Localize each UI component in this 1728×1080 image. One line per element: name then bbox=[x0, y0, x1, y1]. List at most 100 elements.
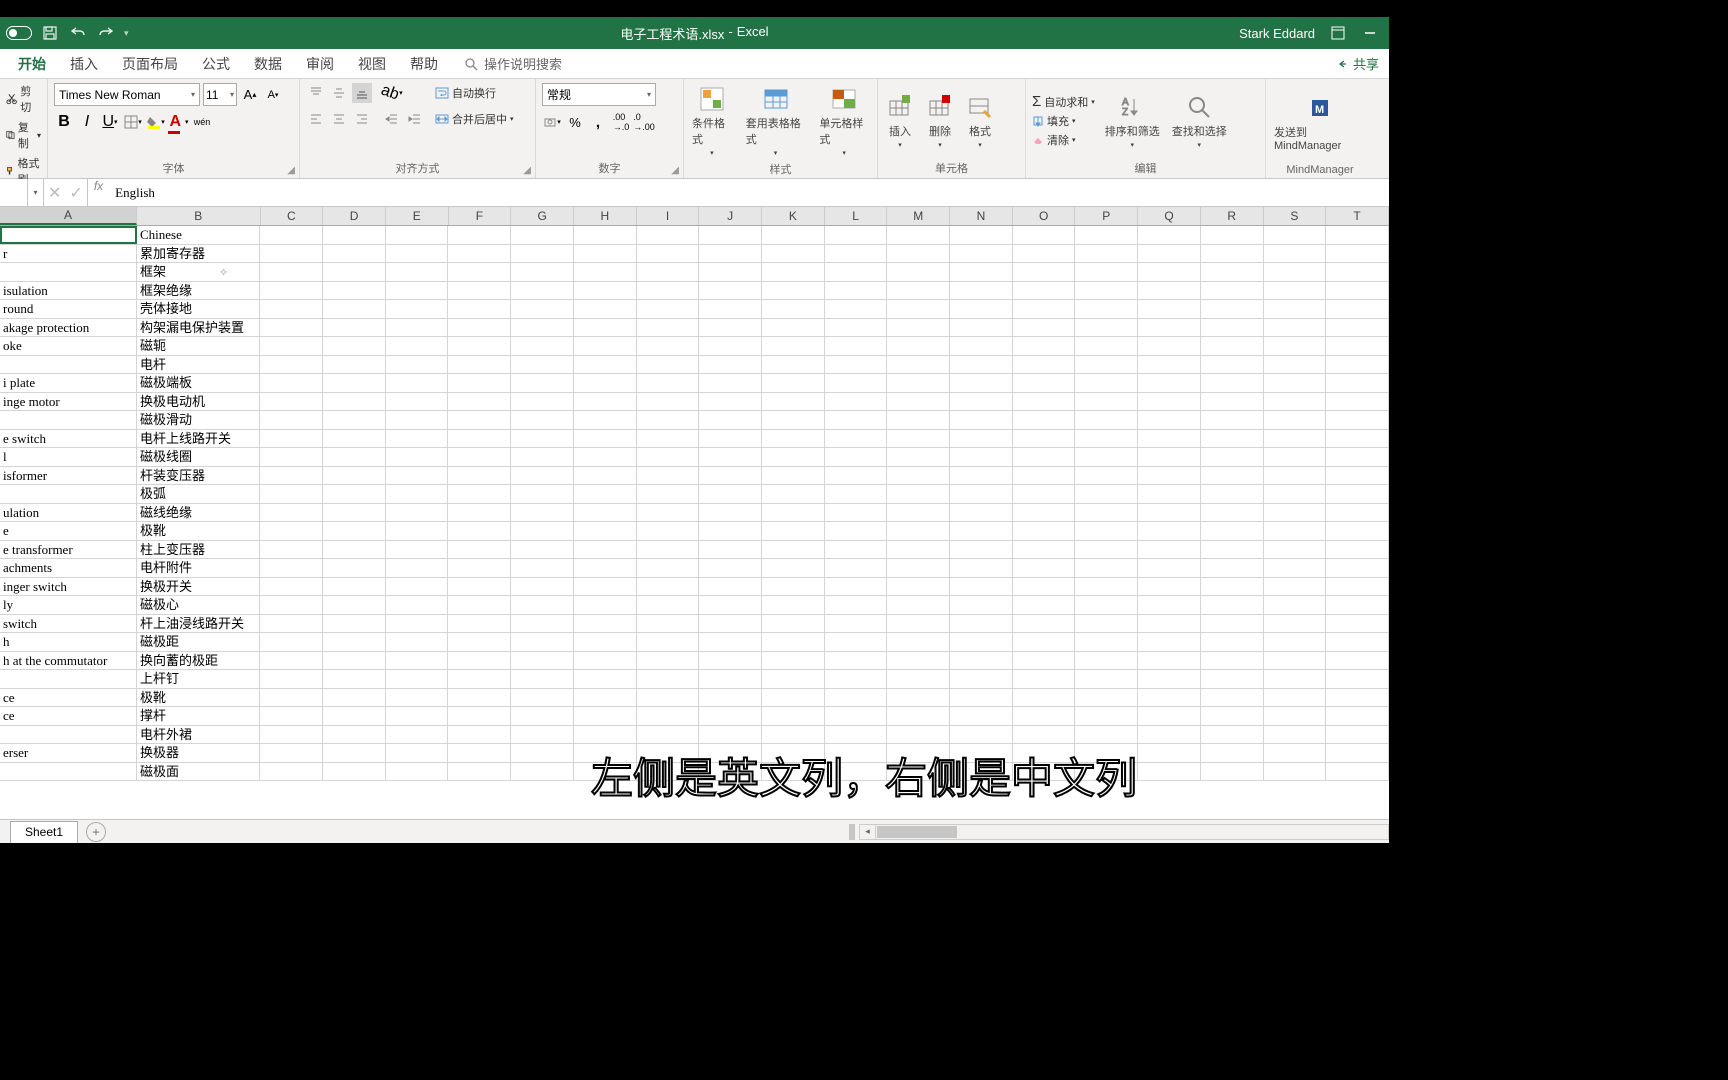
increase-decimal-button[interactable]: .00→.0 bbox=[611, 112, 631, 132]
cell[interactable] bbox=[323, 744, 386, 762]
cell[interactable]: inger switch bbox=[0, 578, 137, 596]
cell[interactable] bbox=[448, 615, 511, 633]
col-header-E[interactable]: E bbox=[386, 207, 449, 225]
cell[interactable] bbox=[887, 300, 950, 318]
cell[interactable] bbox=[762, 541, 825, 559]
cell[interactable]: round bbox=[0, 300, 137, 318]
merge-button[interactable]: 合并后居中▾ bbox=[435, 111, 514, 127]
cell[interactable] bbox=[1326, 356, 1389, 374]
cell[interactable] bbox=[950, 319, 1013, 337]
table-format-button[interactable]: 套用表格格式▾ bbox=[744, 83, 808, 159]
cell[interactable] bbox=[1201, 541, 1264, 559]
cell[interactable]: 累加寄存器 bbox=[137, 245, 260, 263]
cell[interactable] bbox=[511, 263, 574, 281]
cell[interactable]: 换极电动机 bbox=[137, 393, 260, 411]
cell[interactable]: Chinese bbox=[137, 226, 260, 244]
cell[interactable] bbox=[950, 541, 1013, 559]
cell[interactable] bbox=[637, 689, 700, 707]
cell[interactable]: erser bbox=[0, 744, 137, 762]
cell[interactable]: 磁极线圈 bbox=[137, 448, 260, 466]
cell[interactable] bbox=[1013, 374, 1076, 392]
cell[interactable] bbox=[950, 467, 1013, 485]
cell[interactable]: 磁极端板 bbox=[137, 374, 260, 392]
cell[interactable] bbox=[1138, 245, 1201, 263]
cell[interactable]: 构架漏电保护装置 bbox=[137, 319, 260, 337]
cell[interactable] bbox=[1075, 263, 1138, 281]
cell[interactable] bbox=[1138, 559, 1201, 577]
cell[interactable] bbox=[386, 245, 449, 263]
cell[interactable] bbox=[574, 319, 637, 337]
col-header-R[interactable]: R bbox=[1201, 207, 1264, 225]
cell[interactable] bbox=[574, 707, 637, 725]
cell[interactable] bbox=[574, 615, 637, 633]
cell[interactable] bbox=[699, 356, 762, 374]
cell[interactable] bbox=[260, 282, 323, 300]
cell[interactable] bbox=[323, 504, 386, 522]
name-box-dropdown[interactable]: ▾ bbox=[28, 179, 44, 206]
cell[interactable]: akage protection bbox=[0, 319, 137, 337]
cell[interactable]: e switch bbox=[0, 430, 137, 448]
cell[interactable] bbox=[1326, 707, 1389, 725]
cell[interactable] bbox=[511, 541, 574, 559]
cell[interactable] bbox=[637, 578, 700, 596]
increase-indent-button[interactable] bbox=[405, 109, 425, 129]
cell[interactable] bbox=[1138, 282, 1201, 300]
cell[interactable] bbox=[950, 226, 1013, 244]
cell[interactable] bbox=[1013, 522, 1076, 540]
cell[interactable] bbox=[448, 448, 511, 466]
cell[interactable] bbox=[887, 559, 950, 577]
cell[interactable] bbox=[323, 633, 386, 651]
cell[interactable] bbox=[699, 689, 762, 707]
cell[interactable] bbox=[323, 374, 386, 392]
cell[interactable] bbox=[762, 559, 825, 577]
cell[interactable] bbox=[1013, 337, 1076, 355]
cell[interactable] bbox=[1013, 726, 1076, 744]
cell[interactable] bbox=[887, 393, 950, 411]
cell[interactable] bbox=[1264, 578, 1327, 596]
cell[interactable] bbox=[1201, 282, 1264, 300]
cell[interactable] bbox=[386, 504, 449, 522]
cell[interactable] bbox=[574, 393, 637, 411]
cell[interactable] bbox=[386, 319, 449, 337]
cell[interactable] bbox=[511, 226, 574, 244]
cell[interactable] bbox=[762, 652, 825, 670]
cell[interactable] bbox=[1264, 411, 1327, 429]
cell[interactable] bbox=[887, 615, 950, 633]
insert-cells-button[interactable]: 插入▾ bbox=[884, 91, 916, 151]
cell[interactable] bbox=[386, 282, 449, 300]
cell[interactable] bbox=[1201, 633, 1264, 651]
cell[interactable] bbox=[1326, 541, 1389, 559]
cell[interactable] bbox=[386, 337, 449, 355]
percent-button[interactable]: % bbox=[565, 112, 585, 132]
cell[interactable] bbox=[887, 578, 950, 596]
decrease-font-button[interactable]: A▾ bbox=[263, 85, 283, 105]
cell[interactable] bbox=[1201, 300, 1264, 318]
cell[interactable] bbox=[448, 633, 511, 651]
cell[interactable] bbox=[699, 522, 762, 540]
cell[interactable] bbox=[825, 485, 888, 503]
orientation-button[interactable]: ab▾ bbox=[382, 83, 402, 103]
add-sheet-button[interactable]: + bbox=[86, 822, 106, 842]
cell[interactable] bbox=[511, 689, 574, 707]
cell[interactable] bbox=[950, 652, 1013, 670]
cell[interactable] bbox=[0, 356, 137, 374]
cell[interactable] bbox=[448, 337, 511, 355]
cell[interactable] bbox=[825, 652, 888, 670]
send-to-mindmanager-button[interactable]: M发送到MindManager bbox=[1272, 92, 1368, 154]
cell[interactable] bbox=[260, 448, 323, 466]
cell[interactable] bbox=[825, 448, 888, 466]
cell[interactable] bbox=[1075, 485, 1138, 503]
cell[interactable] bbox=[699, 633, 762, 651]
cell[interactable] bbox=[1138, 615, 1201, 633]
cell[interactable] bbox=[448, 374, 511, 392]
cell[interactable] bbox=[762, 430, 825, 448]
cell[interactable] bbox=[323, 319, 386, 337]
cell[interactable] bbox=[1138, 411, 1201, 429]
cell[interactable] bbox=[448, 282, 511, 300]
cell[interactable] bbox=[1326, 670, 1389, 688]
cell[interactable] bbox=[1138, 319, 1201, 337]
cell[interactable] bbox=[511, 578, 574, 596]
cell[interactable] bbox=[511, 356, 574, 374]
cell[interactable] bbox=[511, 504, 574, 522]
cell[interactable] bbox=[1201, 670, 1264, 688]
